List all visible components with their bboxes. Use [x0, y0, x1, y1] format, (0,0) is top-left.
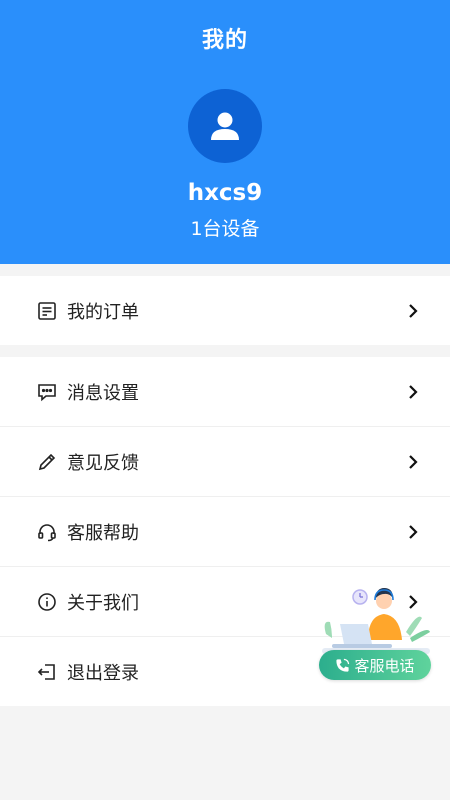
- customer-service-illustration: [322, 588, 430, 654]
- user-icon: [211, 112, 239, 140]
- menu-item-label: 消息设置: [67, 382, 139, 404]
- menu-group-orders: 我的订单: [0, 276, 450, 345]
- phone-icon: [336, 658, 350, 672]
- avatar[interactable]: [188, 89, 262, 163]
- menu-item-label: 我的订单: [67, 301, 139, 323]
- menu-item-label: 意见反馈: [67, 452, 139, 474]
- chevron-right-icon: [404, 524, 418, 540]
- profile-header: 我的 hxcs9 1台设备: [0, 0, 450, 264]
- customer-service-label: 客服电话: [354, 656, 415, 675]
- device-count[interactable]: 1台设备: [0, 214, 450, 241]
- chevron-right-icon: [404, 303, 418, 319]
- info-icon: [36, 591, 58, 613]
- floating-customer-service[interactable]: 客服电话: [318, 582, 434, 682]
- menu-item-orders[interactable]: 我的订单: [0, 276, 450, 345]
- menu-item-message-settings[interactable]: 消息设置: [0, 357, 450, 427]
- customer-service-phone-button[interactable]: 客服电话: [319, 650, 431, 680]
- order-list-icon: [36, 300, 58, 322]
- username: hxcs9: [187, 180, 263, 206]
- pencil-icon: [36, 451, 58, 473]
- logout-icon: [36, 661, 58, 683]
- chevron-right-icon: [404, 454, 418, 470]
- chevron-right-icon: [404, 384, 418, 400]
- menu-item-label: 客服帮助: [67, 522, 139, 544]
- headset-icon: [36, 521, 58, 543]
- message-icon: [36, 381, 58, 403]
- page-title: 我的: [201, 28, 248, 53]
- menu-item-feedback[interactable]: 意见反馈: [0, 427, 450, 497]
- menu-item-customer-help[interactable]: 客服帮助: [0, 497, 450, 567]
